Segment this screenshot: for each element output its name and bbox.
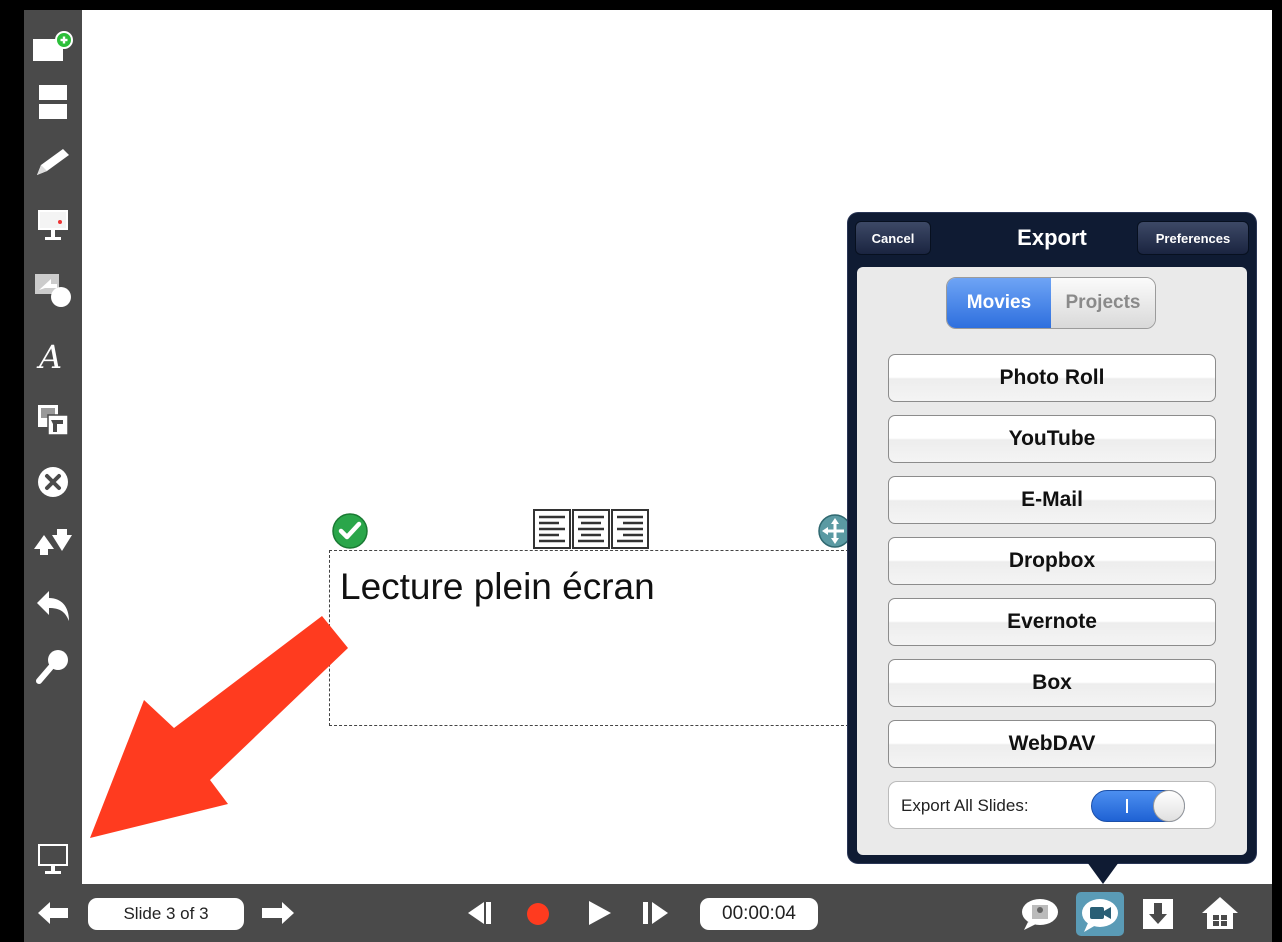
evernote-button[interactable]: Evernote — [888, 598, 1216, 646]
dropbox-button[interactable]: Dropbox — [888, 537, 1216, 585]
comments-icon[interactable] — [1020, 896, 1060, 932]
svg-text:A: A — [36, 338, 62, 374]
move-handle-icon[interactable] — [816, 512, 850, 550]
popover-arrow — [1087, 862, 1119, 884]
projector-icon — [38, 844, 68, 874]
left-toolbar: A — [24, 10, 82, 884]
export-type-segmented-control: Movies Projects — [946, 277, 1156, 329]
skip-back-icon[interactable] — [464, 898, 494, 928]
pencil-icon — [37, 149, 69, 175]
home-icon[interactable] — [1202, 897, 1238, 929]
webdav-button[interactable]: WebDAV — [888, 720, 1216, 768]
app-frame: A Lecture plein écran Cancel Export Pref… — [0, 0, 1282, 942]
zoom-button[interactable] — [24, 642, 82, 690]
export-button-active[interactable] — [1076, 892, 1124, 936]
shapes-button[interactable] — [24, 266, 82, 314]
photo-roll-button[interactable]: Photo Roll — [888, 354, 1216, 402]
youtube-button[interactable]: YouTube — [888, 415, 1216, 463]
delete-icon — [38, 467, 68, 497]
segment-movies[interactable]: Movies — [947, 278, 1051, 328]
segment-projects[interactable]: Projects — [1051, 278, 1155, 328]
new-slide-button[interactable] — [24, 24, 82, 72]
layout-icon — [39, 85, 67, 119]
projector-button[interactable] — [24, 836, 82, 884]
presentation-button[interactable] — [24, 202, 82, 250]
preferences-button[interactable]: Preferences — [1137, 221, 1249, 255]
popover-body: Movies Projects Photo Roll YouTube E-Mai… — [857, 267, 1247, 855]
text-box-content[interactable]: Lecture plein écran — [340, 566, 655, 608]
box-button[interactable]: Box — [888, 659, 1216, 707]
undo-icon — [37, 591, 69, 621]
export-all-slides-row: Export All Slides: — [888, 781, 1216, 829]
timer-display: 00:00:04 — [700, 898, 818, 930]
shapes-icon — [35, 274, 71, 307]
pencil-button[interactable] — [24, 138, 82, 186]
insert-image-icon — [38, 405, 69, 436]
bottom-toolbar: Slide 3 of 3 00:00:04 — [24, 884, 1272, 942]
export-all-slides-toggle[interactable] — [1091, 790, 1185, 822]
previous-slide-icon[interactable] — [36, 900, 70, 926]
email-button[interactable]: E-Mail — [888, 476, 1216, 524]
arrange-icon — [34, 529, 72, 555]
text-alignment-icon[interactable] — [533, 509, 651, 549]
insert-image-button[interactable] — [24, 396, 82, 444]
text-font-icon: A — [36, 338, 62, 374]
delete-button[interactable] — [24, 458, 82, 506]
presentation-icon — [38, 210, 68, 240]
record-icon[interactable] — [524, 900, 552, 928]
undo-button[interactable] — [24, 582, 82, 630]
annotation-arrow — [90, 616, 348, 838]
play-icon[interactable] — [584, 898, 614, 928]
layout-button[interactable] — [24, 78, 82, 126]
confirm-icon[interactable] — [331, 512, 369, 550]
video-export-icon — [1082, 899, 1118, 932]
text-font-button[interactable]: A — [24, 332, 82, 380]
export-all-slides-label: Export All Slides: — [901, 796, 1029, 815]
zoom-icon — [36, 650, 68, 684]
new-slide-icon — [33, 31, 73, 61]
arrange-button[interactable] — [24, 518, 82, 566]
toggle-knob[interactable] — [1153, 790, 1185, 822]
toggle-on-mark — [1126, 799, 1128, 813]
slide-indicator: Slide 3 of 3 — [88, 898, 244, 930]
export-popover: Cancel Export Preferences Movies Project… — [848, 213, 1256, 863]
next-slide-icon[interactable] — [260, 900, 296, 926]
skip-forward-icon[interactable] — [640, 898, 672, 928]
save-download-icon[interactable] — [1140, 896, 1176, 932]
